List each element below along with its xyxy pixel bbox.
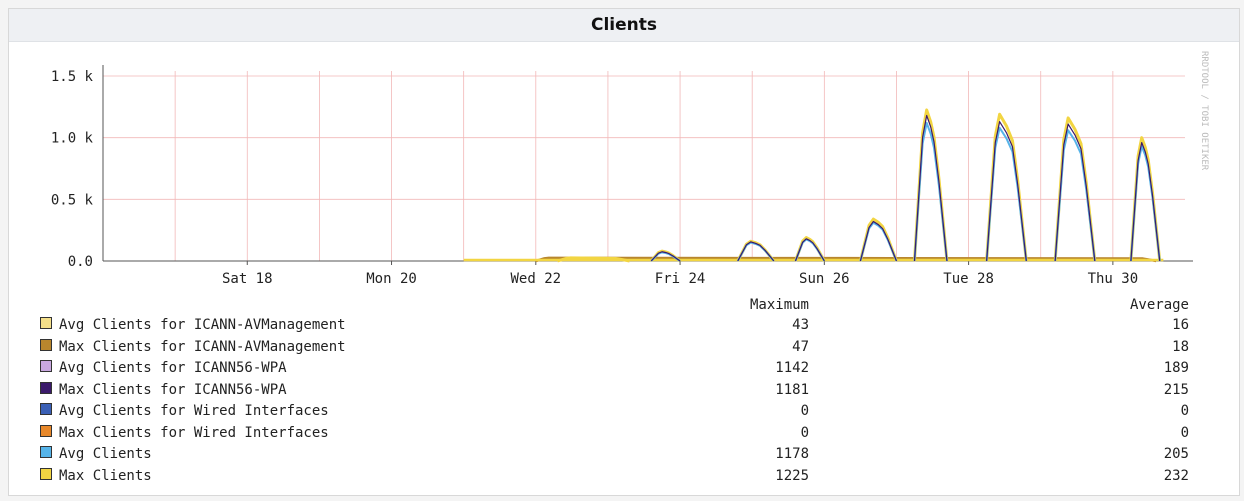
legend-max-value: 43 bbox=[792, 317, 809, 333]
legend-item: Avg Clients for ICANN56-WPA 1142 189 bbox=[39, 360, 1219, 382]
legend-label: Avg Clients for ICANN56-WPA bbox=[59, 360, 287, 376]
y-tick-label: 1.0 k bbox=[51, 131, 94, 147]
legend-item: Max Clients for ICANN56-WPA 1181 215 bbox=[39, 381, 1219, 404]
legend-label: Avg Clients for Wired Interfaces bbox=[59, 403, 329, 419]
legend-avg-value: 205 bbox=[1163, 446, 1189, 462]
legend-swatch bbox=[40, 467, 52, 480]
y-tick-label: 0.0 bbox=[68, 254, 93, 270]
chart-plot: 0.0 0.5 k 1.0 k 1.5 k Sat 18 Mon 20 Wed 22 Fri … bbox=[51, 51, 1209, 287]
legend-swatch bbox=[40, 446, 52, 458]
x-tick-label: Sat 18 bbox=[222, 271, 273, 287]
legend-avg-value: 215 bbox=[1163, 381, 1189, 398]
x-tick-label: Mon 20 bbox=[366, 271, 417, 287]
legend-item: Max Clients for ICANN-AVManagement 47 18 bbox=[39, 338, 1219, 361]
legend-max-value: 1142 bbox=[775, 360, 809, 376]
legend-avg-value: 16 bbox=[1172, 317, 1189, 333]
chart-panel: Clients 0.0 0.5 k 1.0 k 1.5 k Sat 18 Mon 20 We… bbox=[8, 8, 1240, 496]
legend-item: Avg Clients for ICANN-AVManagement 43 16 bbox=[39, 317, 1219, 339]
legend-swatch bbox=[40, 360, 52, 372]
legend-label: Avg Clients for ICANN-AVManagement bbox=[59, 317, 346, 333]
legend-item: Avg Clients 1178 205 bbox=[39, 446, 1219, 468]
x-tick-label: Fri 24 bbox=[655, 271, 706, 287]
legend-swatch bbox=[40, 403, 52, 415]
legend-max-value: 1181 bbox=[775, 381, 809, 398]
legend-max-value: 1178 bbox=[775, 446, 809, 462]
legend-max-value: 47 bbox=[792, 338, 809, 355]
x-tick-label: Thu 30 bbox=[1088, 271, 1139, 287]
legend-item: Avg Clients for Wired Interfaces 0 0 bbox=[39, 403, 1219, 425]
legend-label: Avg Clients bbox=[59, 446, 152, 462]
x-tick-label: Tue 28 bbox=[943, 271, 994, 287]
x-tick-label: Wed 22 bbox=[511, 271, 562, 287]
legend-avg-value: 232 bbox=[1163, 467, 1189, 484]
x-tick-label: Sun 26 bbox=[799, 271, 850, 287]
legend-label: Max Clients bbox=[59, 467, 152, 484]
legend-max-value: 0 bbox=[800, 403, 809, 419]
legend-label: Max Clients for Wired Interfaces bbox=[59, 424, 329, 441]
watermark: RRDTOOL / TOBI OETIKER bbox=[1199, 51, 1209, 171]
legend-max-value: 0 bbox=[800, 424, 809, 441]
legend-max-header: Maximum bbox=[749, 297, 809, 313]
legend: Maximum Average Avg Clients for ICANN-AV… bbox=[39, 297, 1219, 489]
y-tick-label: 1.5 k bbox=[51, 69, 94, 85]
legend-avg-header: Average bbox=[1129, 297, 1189, 313]
legend-max-value: 1225 bbox=[775, 467, 809, 484]
series-line bbox=[1130, 142, 1161, 262]
legend-avg-value: 189 bbox=[1163, 360, 1189, 376]
legend-item: Max Clients 1225 232 bbox=[39, 467, 1219, 490]
legend-label: Max Clients for ICANN-AVManagement bbox=[59, 338, 346, 355]
legend-label: Max Clients for ICANN56-WPA bbox=[59, 381, 287, 398]
legend-avg-value: 0 bbox=[1180, 403, 1189, 419]
legend-avg-value: 18 bbox=[1172, 338, 1189, 355]
y-tick-label: 0.5 k bbox=[51, 192, 94, 208]
legend-swatch bbox=[40, 424, 52, 437]
legend-avg-value: 0 bbox=[1180, 424, 1189, 441]
legend-swatch bbox=[40, 317, 52, 329]
legend-header: Maximum Average bbox=[39, 297, 1219, 317]
series-line bbox=[859, 220, 898, 262]
legend-swatch bbox=[40, 338, 52, 351]
legend-swatch bbox=[40, 381, 52, 394]
legend-item: Max Clients for Wired Interfaces 0 0 bbox=[39, 424, 1219, 447]
